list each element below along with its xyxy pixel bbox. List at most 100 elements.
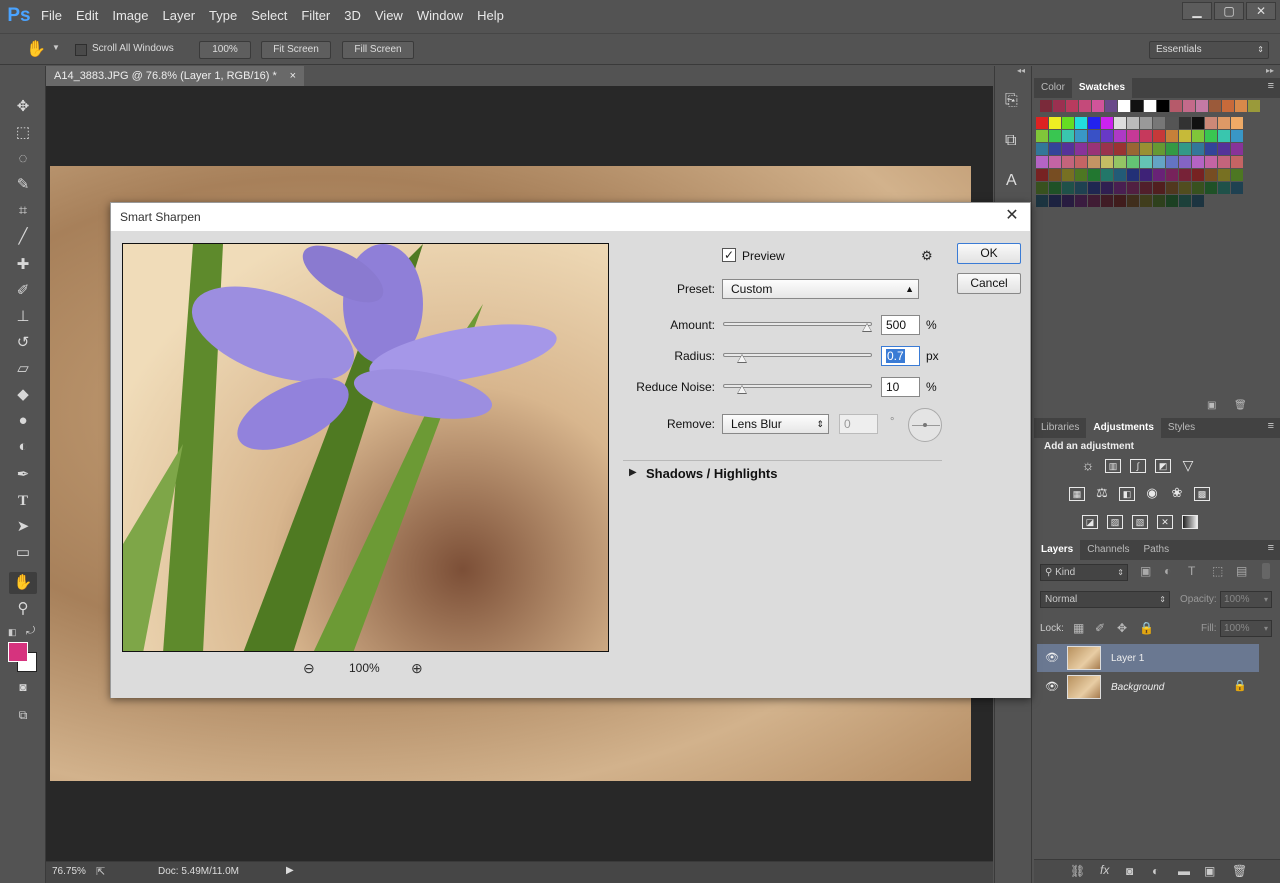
menu-select[interactable]: Select: [244, 0, 294, 32]
zoom-level[interactable]: 76.75%: [52, 866, 86, 877]
color-swatch[interactable]: [1166, 156, 1178, 168]
menu-view[interactable]: View: [368, 0, 410, 32]
tab-styles[interactable]: Styles: [1161, 418, 1202, 438]
close-window-button[interactable]: ✕: [1246, 2, 1276, 20]
delete-layer-icon[interactable]: 🗑: [1232, 864, 1247, 878]
zoom-out-icon[interactable]: ⊖: [303, 660, 315, 677]
new-group-icon[interactable]: ▬: [1178, 864, 1190, 878]
curves-icon[interactable]: ∫: [1130, 459, 1146, 473]
export-icon[interactable]: ⇱: [96, 865, 105, 878]
black-white-icon[interactable]: ◧: [1119, 487, 1135, 501]
selective-color-icon[interactable]: ✕: [1157, 515, 1173, 529]
color-swatch[interactable]: [1183, 100, 1195, 112]
color-swatch[interactable]: [1062, 182, 1074, 194]
color-swatch[interactable]: [1153, 182, 1165, 194]
close-tab-icon[interactable]: ×: [290, 66, 296, 86]
pen-tool-icon[interactable]: ✒: [9, 464, 37, 486]
eraser-tool-icon[interactable]: ▱: [9, 358, 37, 380]
screen-mode-icon[interactable]: ⧉: [9, 704, 37, 726]
color-swatch[interactable]: [1157, 100, 1169, 112]
expand-panels-icon[interactable]: ▸▸: [1266, 66, 1274, 75]
menu-3d[interactable]: 3D: [337, 0, 368, 32]
color-swatch[interactable]: [1114, 130, 1126, 142]
tab-layers[interactable]: Layers: [1034, 540, 1081, 560]
eye-icon[interactable]: 👁: [1045, 651, 1059, 664]
color-swatch[interactable]: [1088, 143, 1100, 155]
quick-mask-icon[interactable]: ◙: [9, 676, 37, 698]
move-tool-icon[interactable]: ✥: [9, 96, 37, 118]
workspace-select[interactable]: Essentials ⇕: [1149, 41, 1269, 59]
shadows-highlights-toggle[interactable]: Shadows / Highlights: [646, 466, 777, 481]
color-swatch[interactable]: [1140, 143, 1152, 155]
color-swatch[interactable]: [1088, 195, 1100, 207]
color-swatch[interactable]: [1140, 169, 1152, 181]
color-swatch[interactable]: [1049, 169, 1061, 181]
color-swatch[interactable]: [1166, 130, 1178, 142]
color-swatch[interactable]: [1231, 182, 1243, 194]
path-selection-tool-icon[interactable]: ➤: [9, 516, 37, 538]
color-swatch[interactable]: [1079, 100, 1091, 112]
angle-dial[interactable]: [908, 408, 942, 442]
add-mask-icon[interactable]: ◙: [1126, 864, 1133, 878]
filter-type-icon[interactable]: T: [1188, 564, 1195, 578]
layer-row-background[interactable]: 👁 Background 🔒: [1037, 673, 1259, 701]
menu-window[interactable]: Window: [410, 0, 470, 32]
panel-menu-icon[interactable]: ≡: [1268, 542, 1274, 554]
color-swatch[interactable]: [1140, 117, 1152, 129]
color-swatch[interactable]: [1131, 100, 1143, 112]
color-swatch[interactable]: [1105, 100, 1117, 112]
color-swatch[interactable]: [1101, 182, 1113, 194]
amount-input[interactable]: 500: [881, 315, 920, 335]
color-swatch[interactable]: [1088, 130, 1100, 142]
color-swatch[interactable]: [1049, 143, 1061, 155]
new-adjustment-layer-icon[interactable]: ◐: [1152, 864, 1159, 878]
tab-swatches[interactable]: Swatches: [1071, 78, 1133, 98]
color-swatch[interactable]: [1192, 156, 1204, 168]
color-swatch[interactable]: [1088, 117, 1100, 129]
link-layers-icon[interactable]: ⛓: [1070, 864, 1085, 878]
menu-image[interactable]: Image: [105, 0, 155, 32]
levels-icon[interactable]: ▥: [1105, 459, 1121, 473]
preview-checkbox[interactable]: ✓: [722, 248, 736, 262]
dialog-close-button[interactable]: ✕: [1002, 206, 1022, 226]
amount-slider[interactable]: [723, 322, 872, 326]
color-swatch[interactable]: [1101, 195, 1113, 207]
angle-input[interactable]: 0: [839, 414, 878, 434]
amount-slider-thumb[interactable]: [862, 323, 872, 332]
color-swatch[interactable]: [1140, 195, 1152, 207]
blur-tool-icon[interactable]: ●: [9, 410, 37, 432]
minimize-button[interactable]: ▁: [1182, 2, 1212, 20]
menu-type[interactable]: Type: [202, 0, 244, 32]
color-swatch[interactable]: [1062, 117, 1074, 129]
color-swatch[interactable]: [1153, 156, 1165, 168]
color-swatch[interactable]: [1062, 130, 1074, 142]
color-swatch[interactable]: [1218, 143, 1230, 155]
tab-channels[interactable]: Channels: [1080, 540, 1136, 560]
color-swatch[interactable]: [1036, 117, 1048, 129]
delete-swatch-icon[interactable]: 🗑: [1234, 400, 1247, 411]
lock-all-icon[interactable]: 🔒: [1139, 621, 1154, 635]
color-swatch[interactable]: [1144, 100, 1156, 112]
tool-preset-caret-icon[interactable]: ▼: [52, 43, 60, 52]
color-swatch[interactable]: [1036, 130, 1048, 142]
eye-icon[interactable]: 👁: [1045, 680, 1059, 693]
color-swatch[interactable]: [1075, 169, 1087, 181]
color-swatch[interactable]: [1231, 156, 1243, 168]
filter-pixel-icon[interactable]: ▣: [1140, 564, 1151, 578]
color-swatch[interactable]: [1075, 130, 1087, 142]
default-colors-icon[interactable]: ◧: [8, 627, 17, 638]
color-swatch[interactable]: [1153, 195, 1165, 207]
gear-icon[interactable]: ⚙: [921, 248, 933, 264]
opacity-field[interactable]: 100% ▾: [1220, 591, 1272, 608]
color-swatch[interactable]: [1166, 143, 1178, 155]
crop-tool-icon[interactable]: ⌗: [9, 200, 37, 222]
color-swatch[interactable]: [1075, 182, 1087, 194]
color-swatch[interactable]: [1153, 117, 1165, 129]
photo-filter-icon[interactable]: ◉: [1144, 486, 1160, 501]
color-swatch[interactable]: [1166, 169, 1178, 181]
color-swatch[interactable]: [1114, 156, 1126, 168]
color-swatch[interactable]: [1049, 182, 1061, 194]
invert-icon[interactable]: ◪: [1082, 515, 1098, 529]
color-swatch[interactable]: [1036, 156, 1048, 168]
swatches-grid[interactable]: [1034, 98, 1280, 418]
